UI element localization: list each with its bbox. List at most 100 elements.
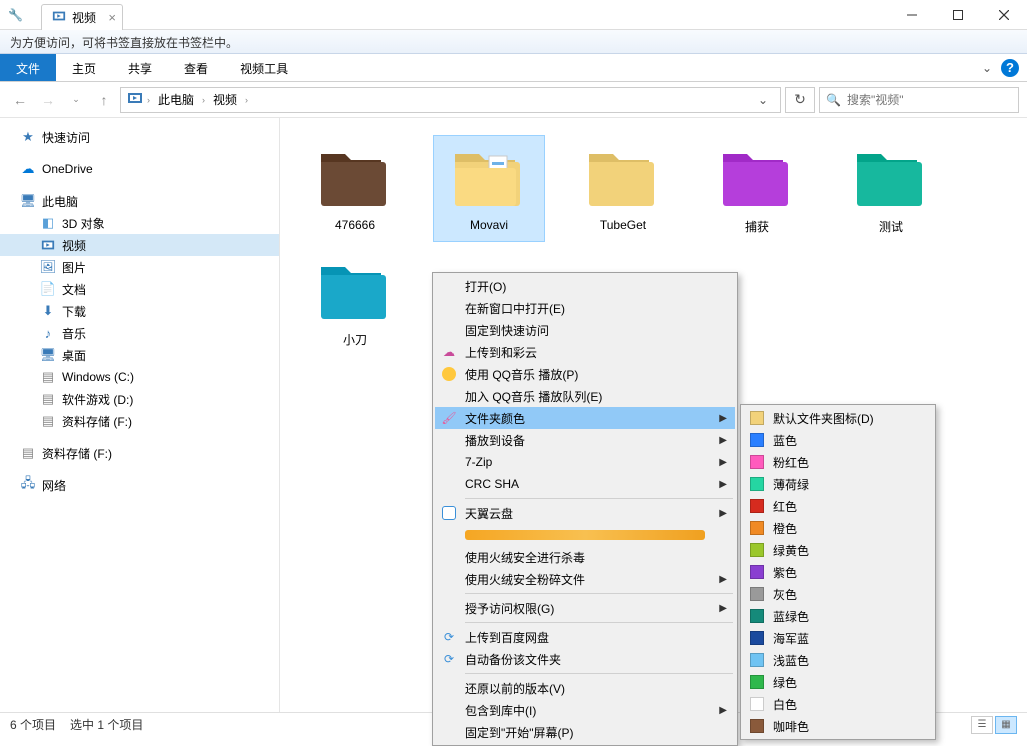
color-menu-item[interactable]: 紫色 [743, 561, 933, 583]
ribbon-tab-view[interactable]: 查看 [168, 54, 224, 81]
sidebar-item-videos[interactable]: 视频 [0, 234, 279, 256]
color-menu-item[interactable]: 咖啡色 [743, 715, 933, 737]
refresh-button[interactable]: ↻ [785, 87, 815, 113]
sidebar-item-quick[interactable]: ★快速访问 [0, 126, 279, 148]
folder-item[interactable]: 476666 [300, 136, 410, 241]
sidebar-item-drive-f2[interactable]: ▤资料存储 (F:) [0, 442, 279, 464]
context-menu-item[interactable]: 🖌文件夹颜色▶ [435, 407, 735, 429]
ribbon-tab-videotools[interactable]: 视频工具 [224, 54, 304, 81]
sidebar-item-drive-c[interactable]: ▤Windows (C:) [0, 366, 279, 388]
context-menu-item[interactable]: 固定到"开始"屏幕(P) [435, 721, 735, 743]
color-menu-item[interactable]: 红色 [743, 495, 933, 517]
context-menu-item[interactable]: 授予访问权限(G)▶ [435, 597, 735, 619]
color-swatch-icon [749, 410, 765, 426]
window-close[interactable] [981, 0, 1027, 30]
window-minimize[interactable] [889, 0, 935, 30]
context-menu-item[interactable]: ☁上传到和彩云 [435, 341, 735, 363]
folder-item[interactable]: Movavi [434, 136, 544, 241]
ribbon-tab-file[interactable]: 文件 [0, 54, 56, 81]
sidebar-item-documents[interactable]: 📄文档 [0, 278, 279, 300]
sidebar-item-pictures[interactable]: 🖼图片 [0, 256, 279, 278]
folder-item[interactable]: 测试 [836, 136, 946, 241]
context-menu-item[interactable]: 打开(O) [435, 275, 735, 297]
context-menu-item[interactable]: 使用火绒安全进行杀毒 [435, 546, 735, 568]
context-menu-item[interactable]: 播放到设备▶ [435, 429, 735, 451]
sidebar-item-3d[interactable]: ◧3D 对象 [0, 212, 279, 234]
wrench-icon[interactable]: 🔧 [8, 8, 23, 22]
context-menu-item[interactable]: ⟳上传到百度网盘 [435, 626, 735, 648]
color-menu-item[interactable]: 粉红色 [743, 451, 933, 473]
sidebar-item-desktop[interactable]: 🖥桌面 [0, 344, 279, 366]
color-menu-item[interactable]: 浅蓝色 [743, 649, 933, 671]
sidebar-item-downloads[interactable]: ⬇下载 [0, 300, 279, 322]
chevron-right-icon[interactable]: › [245, 95, 248, 105]
color-menu-item[interactable]: 蓝绿色 [743, 605, 933, 627]
context-menu-label: 打开(O) [465, 278, 506, 295]
sidebar-item-label: 网络 [42, 477, 66, 494]
tab-close-icon[interactable]: × [108, 10, 116, 25]
redacted-item[interactable] [465, 530, 705, 540]
context-menu-item[interactable]: 使用火绒安全粉碎文件▶ [435, 568, 735, 590]
path-dropdown-icon[interactable]: ⌄ [752, 93, 774, 107]
sidebar-item-music[interactable]: ♪音乐 [0, 322, 279, 344]
context-menu-item[interactable]: 天翼云盘▶ [435, 502, 735, 524]
browser-tab[interactable]: 视频 × [41, 4, 123, 30]
color-menu-item[interactable]: 薄荷绿 [743, 473, 933, 495]
nav-recent-icon[interactable]: ⌄ [64, 88, 88, 112]
ribbon-expand-icon[interactable]: ⌄ [975, 61, 999, 75]
context-menu-item[interactable]: 加入 QQ音乐 播放队列(E) [435, 385, 735, 407]
chevron-right-icon[interactable]: › [202, 95, 205, 105]
context-menu-item[interactable]: 在新窗口中打开(E) [435, 297, 735, 319]
context-menu-item[interactable]: CRC SHA▶ [435, 473, 735, 495]
submenu-arrow-icon: ▶ [719, 508, 727, 519]
view-details-button[interactable]: ☰ [971, 716, 993, 734]
breadcrumb-thispc[interactable]: 此电脑 [154, 89, 198, 110]
color-label: 海军蓝 [773, 630, 809, 647]
sidebar-item-drive-f[interactable]: ▤资料存储 (F:) [0, 410, 279, 432]
search-box[interactable]: 🔍 [819, 87, 1019, 113]
color-menu-item[interactable]: 绿色 [743, 671, 933, 693]
view-icons-button[interactable]: ▦ [995, 716, 1017, 734]
chevron-right-icon[interactable]: › [147, 95, 150, 105]
folder-item[interactable]: 小刀 [300, 249, 410, 354]
sidebar-item-label: OneDrive [42, 162, 93, 176]
color-swatch-icon [749, 652, 765, 668]
color-menu-item[interactable]: 默认文件夹图标(D) [743, 407, 933, 429]
search-input[interactable] [847, 93, 1012, 107]
nav-forward-icon[interactable]: → [36, 88, 60, 112]
color-label: 蓝色 [773, 432, 797, 449]
color-menu-item[interactable]: 灰色 [743, 583, 933, 605]
ribbon-tab-home[interactable]: 主页 [56, 54, 112, 81]
baidu-icon: ⟳ [441, 629, 457, 645]
color-menu-item[interactable]: 橙色 [743, 517, 933, 539]
sidebar-item-network[interactable]: 🖧网络 [0, 474, 279, 496]
folder-item[interactable]: 捕获 [702, 136, 812, 241]
help-icon[interactable]: ? [1001, 59, 1019, 77]
context-menu-label: 加入 QQ音乐 播放队列(E) [465, 388, 602, 405]
sidebar-item-label: 文档 [62, 281, 86, 298]
folder-item[interactable]: TubeGet [568, 136, 678, 241]
color-menu-item[interactable]: 绿黄色 [743, 539, 933, 561]
context-menu-item[interactable]: 还原以前的版本(V) [435, 677, 735, 699]
context-menu-item[interactable]: 7-Zip▶ [435, 451, 735, 473]
sidebar-item-drive-d[interactable]: ▤软件游戏 (D:) [0, 388, 279, 410]
nav-back-icon[interactable]: ← [8, 88, 32, 112]
color-menu-item[interactable]: 蓝色 [743, 429, 933, 451]
context-menu-item[interactable]: 使用 QQ音乐 播放(P) [435, 363, 735, 385]
ribbon-tabs: 文件 主页 共享 查看 视频工具 ⌄ ? [0, 54, 1027, 82]
breadcrumb[interactable]: › 此电脑 › 视频 › ⌄ [120, 87, 781, 113]
sidebar-item-onedrive[interactable]: ☁OneDrive [0, 158, 279, 180]
nav-up-icon[interactable]: ↑ [92, 88, 116, 112]
color-menu-item[interactable]: 海军蓝 [743, 627, 933, 649]
sidebar-item-thispc[interactable]: 🖥此电脑 [0, 190, 279, 212]
context-menu-item[interactable]: 固定到快速访问 [435, 319, 735, 341]
color-label: 白色 [773, 696, 797, 713]
desktop-icon: 🖥 [40, 347, 56, 363]
color-menu-item[interactable]: 白色 [743, 693, 933, 715]
color-label: 薄荷绿 [773, 476, 809, 493]
breadcrumb-videos[interactable]: 视频 [209, 89, 241, 110]
context-menu-item[interactable]: 包含到库中(I)▶ [435, 699, 735, 721]
context-menu-item[interactable]: ⟳自动备份该文件夹 [435, 648, 735, 670]
ribbon-tab-share[interactable]: 共享 [112, 54, 168, 81]
window-maximize[interactable] [935, 0, 981, 30]
